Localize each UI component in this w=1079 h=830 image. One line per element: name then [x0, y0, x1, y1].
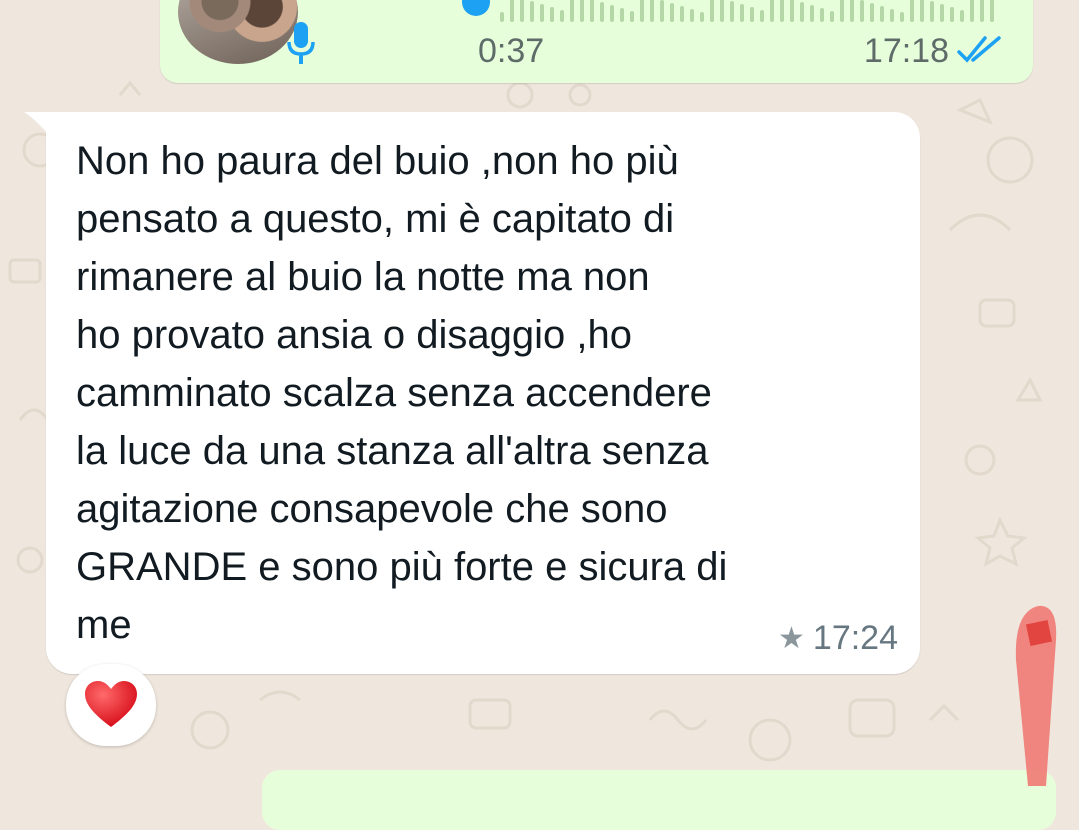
- waveform-bar: [650, 0, 654, 22]
- waveform-bar: [950, 7, 954, 22]
- heart-icon: [85, 681, 137, 727]
- reaction-badge[interactable]: [66, 664, 156, 746]
- waveform-bar: [560, 10, 564, 22]
- waveform-bar: [910, 0, 914, 22]
- waveform-bar: [590, 0, 594, 22]
- waveform-bar: [550, 7, 554, 22]
- waveform[interactable]: [500, 0, 1000, 22]
- waveform-bar: [620, 8, 624, 22]
- voice-message-time: 17:18: [863, 32, 949, 70]
- message-text: Non ho paura del buio ,non ho più pensat…: [76, 139, 728, 647]
- message-time: 17:24: [812, 619, 898, 657]
- waveform-bar: [900, 12, 904, 22]
- waveform-bar: [750, 7, 754, 22]
- double-check-icon: [957, 36, 1001, 63]
- waveform-bar: [530, 1, 534, 22]
- message-bubble[interactable]: Non ho paura del buio ,non ho più pensat…: [24, 112, 920, 674]
- waveform-bar: [890, 9, 894, 22]
- waveform-bar: [840, 0, 844, 22]
- waveform-bar: [970, 0, 974, 22]
- waveform-bar: [920, 0, 924, 22]
- next-message-bubble[interactable]: [262, 770, 1056, 830]
- waveform-bar: [670, 3, 674, 22]
- star-icon: ★: [778, 621, 805, 655]
- waveform-bar: [680, 6, 684, 22]
- voice-duration: 0:37: [478, 32, 545, 70]
- waveform-bar: [660, 0, 664, 22]
- waveform-bar: [640, 0, 644, 22]
- waveform-bar: [880, 6, 884, 22]
- play-icon[interactable]: [372, 0, 412, 10]
- avatar[interactable]: [178, 0, 298, 64]
- voice-message-bubble[interactable]: 0:37 17:18: [160, 0, 1033, 83]
- waveform-bar: [500, 12, 504, 22]
- waveform-bar: [600, 2, 604, 22]
- waveform-bar: [540, 4, 544, 22]
- waveform-bar: [980, 0, 984, 22]
- waveform-bar: [850, 0, 854, 22]
- waveform-bar: [930, 1, 934, 22]
- waveform-bar: [760, 10, 764, 22]
- waveform-bar: [570, 0, 574, 22]
- mic-icon: [287, 22, 315, 64]
- waveform-bar: [520, 0, 524, 22]
- waveform-bar: [730, 1, 734, 22]
- waveform-bar: [700, 12, 704, 22]
- waveform-bar: [820, 8, 824, 22]
- waveform-bar: [770, 0, 774, 22]
- waveform-bar: [580, 0, 584, 22]
- waveform-bar: [960, 10, 964, 22]
- waveform-bar: [610, 5, 614, 22]
- waveform-bar: [790, 0, 794, 22]
- waveform-bar: [800, 2, 804, 22]
- waveform-bar: [630, 11, 634, 22]
- waveform-bar: [710, 0, 714, 22]
- waveform-bar: [990, 0, 994, 22]
- waveform-bar: [870, 3, 874, 22]
- waveform-bar: [940, 4, 944, 22]
- waveform-bar: [860, 0, 864, 22]
- waveform-bar: [510, 0, 514, 22]
- waveform-bar: [830, 11, 834, 22]
- playback-progress-knob[interactable]: [462, 0, 490, 16]
- waveform-bar: [690, 9, 694, 22]
- waveform-bar: [720, 0, 724, 22]
- pink-annotation-mark: [1015, 605, 1057, 786]
- waveform-bar: [780, 0, 784, 22]
- waveform-bar: [810, 5, 814, 22]
- waveform-bar: [740, 4, 744, 22]
- bubble-tail: [24, 112, 50, 136]
- message-meta: ★ 17:24: [778, 619, 898, 658]
